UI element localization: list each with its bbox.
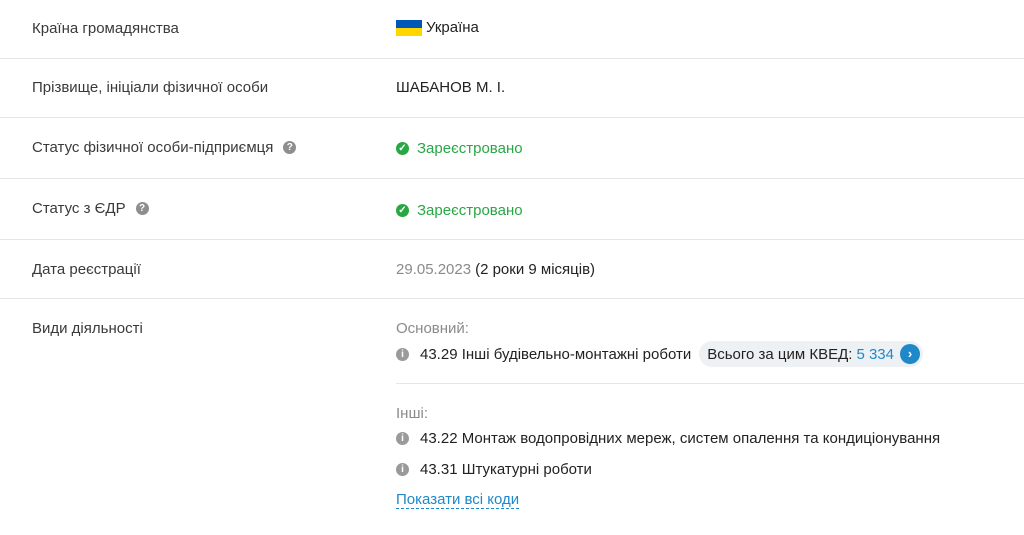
- main-activity-text: 43.29 Інші будівельно-монтажні роботи: [420, 345, 692, 363]
- registration-duration: (2 роки 9 місяців): [475, 261, 596, 278]
- row-fop-status: Статус фізичної особи-підприємця ? ✓ Зар…: [0, 117, 1024, 179]
- help-icon[interactable]: ?: [283, 141, 297, 154]
- registration-date-label: Дата реєстрації: [32, 261, 141, 278]
- fop-status-label: Статус фізичної особи-підприємця ?: [32, 139, 297, 156]
- activities-label: Види діяльності: [32, 320, 143, 337]
- list-item: i 43.31 Штукатурні роботи: [396, 461, 592, 478]
- ukraine-flag-icon: [396, 19, 422, 36]
- other-activity-text: 43.22 Монтаж водопровідних мереж, систем…: [420, 430, 941, 447]
- chevron-right-icon[interactable]: ›: [900, 344, 920, 364]
- main-activity-heading: Основний:: [396, 320, 469, 337]
- activities-divider: [396, 383, 1024, 384]
- show-all-codes-link[interactable]: Показати всі коди: [396, 491, 520, 509]
- fop-status-label-text: Статус фізичної особи-підприємця: [32, 139, 274, 156]
- name-label: Прізвище, ініціали фізичної особи: [32, 79, 269, 96]
- row-citizenship: Країна громадянства Україна: [0, 0, 1024, 59]
- list-item: i 43.22 Монтаж водопровідних мереж, сист…: [396, 430, 940, 447]
- fop-status-value: ✓ Зареєстровано: [396, 140, 523, 157]
- citizenship-country: Україна: [426, 19, 479, 36]
- other-activities-heading: Інші:: [396, 405, 428, 422]
- check-circle-icon: ✓: [396, 142, 409, 155]
- row-name: Прізвище, ініціали фізичної особи ШАБАНО…: [0, 58, 1024, 118]
- help-icon[interactable]: ?: [135, 202, 149, 215]
- row-registration-date: Дата реєстрації 29.05.2023 (2 роки 9 міс…: [0, 239, 1024, 299]
- kved-total-value[interactable]: 5 334: [856, 346, 894, 363]
- kved-total-label: Всього за цим КВЕД:: [707, 345, 853, 363]
- other-activity-text: 43.31 Штукатурні роботи: [420, 461, 592, 478]
- registration-date: 29.05.2023: [396, 261, 472, 278]
- info-icon[interactable]: i: [396, 432, 409, 445]
- name-value: ШАБАНОВ М. І.: [396, 79, 506, 96]
- edr-status-text: Зареєстровано: [417, 202, 523, 219]
- citizenship-value: Україна: [396, 19, 479, 36]
- info-icon[interactable]: i: [396, 463, 409, 476]
- citizenship-label: Країна громадянства: [32, 20, 179, 37]
- main-activity-item: i 43.29 Інші будівельно-монтажні роботи …: [396, 341, 923, 367]
- kved-total-badge[interactable]: Всього за цим КВЕД: 5 334 ›: [699, 341, 923, 367]
- fop-status-text: Зареєстровано: [417, 140, 523, 157]
- info-icon[interactable]: i: [396, 347, 409, 361]
- row-activities: Види діяльності Основний: i 43.29 Інші б…: [0, 298, 1024, 535]
- edr-status-value: ✓ Зареєстровано: [396, 202, 523, 219]
- show-all-codes-wrap: Показати всі коди: [396, 491, 520, 509]
- edr-status-label: Статус з ЄДР ?: [32, 200, 149, 217]
- registration-date-value: 29.05.2023 (2 роки 9 місяців): [396, 261, 595, 278]
- edr-status-label-text: Статус з ЄДР: [32, 200, 126, 217]
- row-edr-status: Статус з ЄДР ? ✓ Зареєстровано: [0, 178, 1024, 240]
- check-circle-icon: ✓: [396, 204, 409, 217]
